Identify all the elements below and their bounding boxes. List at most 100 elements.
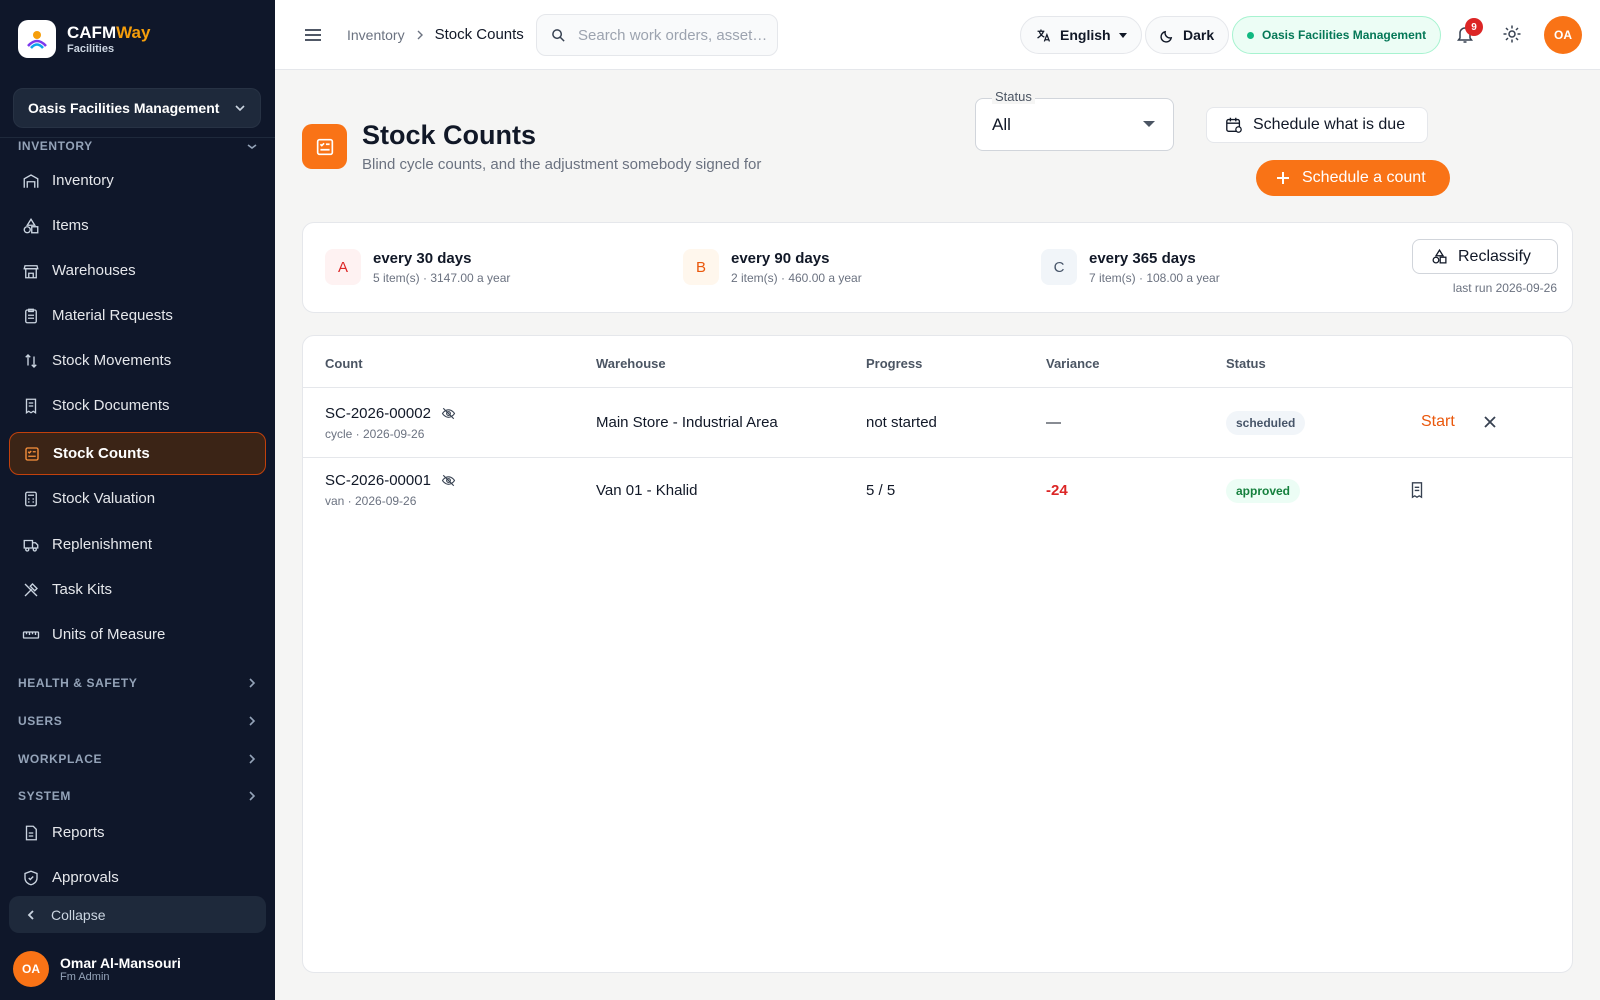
- collapse-button[interactable]: Collapse: [9, 896, 266, 933]
- brand-name: CAFMWay: [67, 23, 151, 42]
- column-header-count[interactable]: Count: [325, 356, 363, 371]
- abc-class-b: B every 90 days 2 item(s) · 460.00 a yea…: [683, 249, 862, 285]
- org-select[interactable]: Oasis Facilities Management: [13, 88, 261, 128]
- sidebar-item-label: Stock Documents: [52, 397, 170, 414]
- sidebar-item-label: Items: [52, 217, 89, 234]
- topbar: Inventory Stock Counts Search work order…: [275, 0, 1600, 70]
- status-badge: approved: [1226, 479, 1301, 503]
- gear-icon[interactable]: [1502, 24, 1522, 49]
- start-count-button[interactable]: Start: [1421, 413, 1455, 431]
- sidebar-item-label: Approvals: [52, 869, 119, 886]
- warehouse-cell: Van 01 - Khalid: [596, 482, 698, 499]
- progress-cell: not started: [866, 414, 937, 431]
- breadcrumb-current: Stock Counts: [434, 26, 524, 43]
- search-placeholder: Search work orders, asset…: [578, 26, 768, 44]
- sidebar-item-stock-documents[interactable]: Stock Documents: [9, 384, 266, 427]
- chevron-right-icon: [249, 678, 256, 688]
- section-label: WORKPLACE: [18, 752, 103, 766]
- schedule-count-label: Schedule a count: [1302, 169, 1426, 186]
- swap-icon: [25, 353, 37, 368]
- sidebar-item-approvals[interactable]: Approvals: [9, 856, 266, 899]
- column-header-variance[interactable]: Variance: [1046, 356, 1100, 371]
- status-filter-value: All: [992, 115, 1011, 134]
- language-label: English: [1060, 27, 1111, 43]
- collapse-label: Collapse: [51, 906, 106, 923]
- brand-logo-icon: [18, 20, 56, 58]
- theme-toggle[interactable]: Dark: [1145, 16, 1230, 54]
- section-users[interactable]: USERS: [18, 714, 258, 728]
- abc-class-a: A every 30 days 5 item(s) · 3147.00 a ye…: [325, 249, 510, 285]
- count-id[interactable]: SC-2026-00001: [325, 472, 431, 489]
- document-icon[interactable]: [1408, 481, 1426, 504]
- page-subtitle: Blind cycle counts, and the adjustment s…: [362, 156, 762, 173]
- sidebar-item-task-kits[interactable]: Task Kits: [9, 568, 266, 611]
- sidebar-item-label: Inventory: [52, 172, 114, 189]
- section-inventory[interactable]: INVENTORY: [18, 139, 258, 153]
- report-icon: [25, 825, 37, 840]
- language-select[interactable]: English: [1020, 16, 1142, 54]
- plus-icon: [1277, 172, 1289, 184]
- sidebar-divider: [0, 137, 275, 138]
- sidebar-item-stock-valuation[interactable]: Stock Valuation: [9, 477, 266, 520]
- table-row[interactable]: SC-2026-00002 cycle · 2026-09-26 Main St…: [303, 387, 1572, 457]
- schedule-count-button[interactable]: Schedule a count: [1256, 160, 1450, 196]
- eye-off-icon: [441, 407, 456, 420]
- sidebar-item-stock-movements[interactable]: Stock Movements: [9, 339, 266, 382]
- count-meta: van · 2026-09-26: [325, 494, 417, 508]
- table-row[interactable]: SC-2026-00001 van · 2026-09-26 Van 01 - …: [303, 457, 1572, 527]
- menu-icon[interactable]: [303, 25, 323, 50]
- count-cell: SC-2026-00001 van · 2026-09-26: [325, 472, 456, 508]
- sidebar-item-warehouses[interactable]: Warehouses: [9, 249, 266, 292]
- chevron-right-icon: [249, 754, 256, 764]
- truck-icon: [23, 539, 39, 552]
- org-status-pill[interactable]: Oasis Facilities Management: [1232, 16, 1442, 54]
- status-filter-select[interactable]: All: [975, 98, 1174, 151]
- count-id[interactable]: SC-2026-00002: [325, 405, 431, 422]
- reclassify-button[interactable]: Reclassify: [1412, 239, 1558, 274]
- notification-badge: 9: [1465, 18, 1483, 36]
- avatar: OA: [13, 951, 49, 987]
- count-cell: SC-2026-00002 cycle · 2026-09-26: [325, 405, 456, 441]
- breadcrumb-parent[interactable]: Inventory: [347, 27, 405, 43]
- sidebar-item-units-of-measure[interactable]: Units of Measure: [9, 613, 266, 656]
- section-workplace[interactable]: WORKPLACE: [18, 752, 258, 766]
- sidebar-item-label: Stock Counts: [53, 445, 150, 462]
- brand-sub: Facilities: [67, 43, 115, 55]
- calendar-refresh-icon: [1226, 117, 1242, 133]
- class-letter-badge: B: [683, 249, 719, 285]
- sidebar-item-material-requests[interactable]: Material Requests: [9, 294, 266, 337]
- brand[interactable]: CAFMWay Facilities: [18, 20, 150, 58]
- class-letter-badge: A: [325, 249, 361, 285]
- receipt-icon: [25, 398, 37, 414]
- close-icon[interactable]: [1483, 415, 1497, 434]
- section-system[interactable]: SYSTEM: [18, 789, 258, 803]
- search-input[interactable]: Search work orders, asset…: [536, 14, 778, 56]
- sidebar-item-reports[interactable]: Reports: [9, 811, 266, 854]
- column-header-warehouse[interactable]: Warehouse: [596, 356, 666, 371]
- sidebar-item-items[interactable]: Items: [9, 204, 266, 247]
- column-header-status[interactable]: Status: [1226, 356, 1266, 371]
- user-avatar[interactable]: OA: [1544, 16, 1582, 54]
- tools-icon: [24, 582, 38, 596]
- sidebar-item-replenishment[interactable]: Replenishment: [9, 523, 266, 566]
- sidebar-item-inventory[interactable]: Inventory: [9, 159, 266, 202]
- user-name: Omar Al-Mansouri: [60, 955, 181, 971]
- translate-icon: [1037, 29, 1051, 42]
- section-inventory-label: INVENTORY: [18, 139, 93, 153]
- last-run-text: last run 2026-09-26: [1452, 281, 1557, 295]
- user-profile[interactable]: OA Omar Al-Mansouri Fm Admin: [13, 951, 181, 987]
- progress-cell: 5 / 5: [866, 482, 896, 499]
- chevron-up-icon: [247, 144, 257, 149]
- section-health-safety[interactable]: HEALTH & SAFETY: [18, 676, 258, 690]
- section-label: USERS: [18, 714, 63, 728]
- theme-label: Dark: [1183, 27, 1215, 43]
- sidebar-item-stock-counts[interactable]: Stock Counts: [9, 432, 266, 475]
- column-header-progress[interactable]: Progress: [866, 356, 922, 371]
- chevron-right-icon: [249, 716, 256, 726]
- sidebar-item-label: Units of Measure: [52, 626, 166, 643]
- section-label: SYSTEM: [18, 789, 71, 803]
- status-dot-icon: [1247, 31, 1254, 39]
- schedule-due-button[interactable]: Schedule what is due: [1206, 107, 1428, 143]
- sidebar-item-label: Replenishment: [52, 536, 153, 553]
- shapes-icon: [23, 217, 39, 233]
